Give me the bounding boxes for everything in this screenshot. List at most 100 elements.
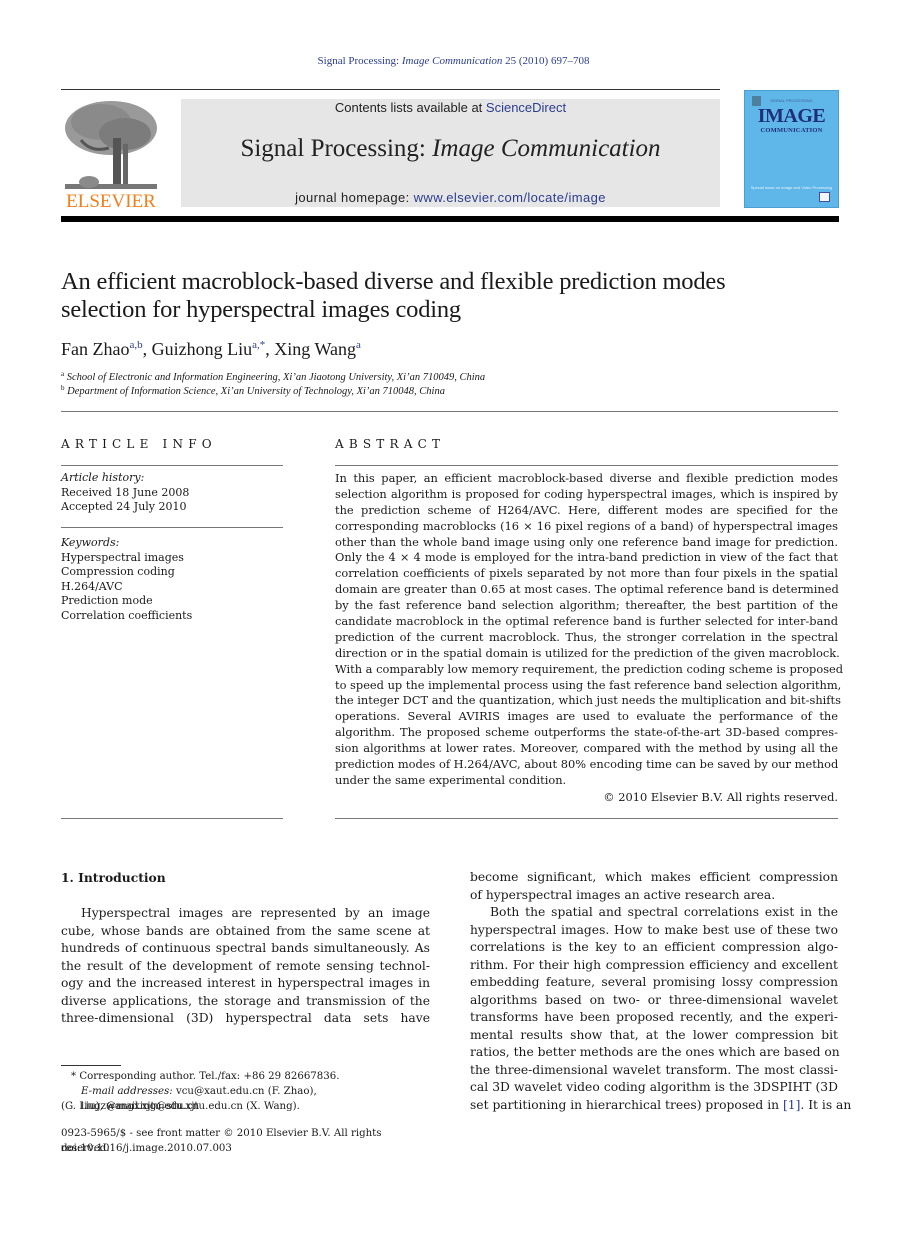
abstract-line: candidate macroblock in the optimal refe… — [335, 614, 838, 629]
body-line: Hyperspectral images are represented by … — [81, 906, 430, 920]
affiliation-divider — [61, 411, 838, 412]
abstract-line: corresponding macroblocks (16 × 16 pixel… — [335, 518, 838, 533]
journal-title: Signal Processing: Image Communication — [181, 135, 720, 163]
body-text: set partitioning in hierarchical trees) … — [470, 1097, 783, 1112]
body-line: the three-dimensional wavelet transform.… — [470, 1062, 838, 1077]
affiliation-mark: a — [61, 370, 65, 378]
contents-available-line: Contents lists available at ScienceDirec… — [181, 99, 720, 115]
journal-ref-prefix: Signal Processing: — [317, 55, 402, 67]
affiliation-text: School of Electronic and Information Eng… — [66, 372, 486, 383]
abstract-line: With a comparably low memory requirement… — [335, 661, 844, 676]
journal-cover-thumbnail[interactable]: SIGNAL PROCESSING IMAGE COMMUNICATION Sp… — [744, 90, 839, 208]
author-affiliation-mark[interactable]: a,b — [129, 339, 142, 351]
body-line: three-dimensional (3D) hyperspectral dat… — [61, 1011, 430, 1025]
doi[interactable]: doi:10.1016/j.image.2010.07.003 — [61, 1141, 430, 1156]
elsevier-logo[interactable]: ELSEVIER — [61, 98, 161, 212]
body-line: embedding feature, several promising los… — [470, 975, 838, 989]
journal-masthead: Contents lists available at ScienceDirec… — [181, 99, 720, 207]
body-text: . It is an — [800, 1097, 852, 1112]
abstract-line: Only the 4 × 4 mode is employed for the … — [335, 550, 838, 565]
keyword: Hyperspectral images — [61, 550, 184, 564]
body-line: ogy and the increased interest in hypers… — [61, 976, 430, 990]
cover-top-text: SIGNAL PROCESSING — [770, 98, 813, 103]
abstract-line: other than the whole band image using on… — [335, 534, 838, 549]
email-label: E-mail addresses: — [81, 1086, 173, 1097]
body-line: Both the spatial and spectral correlatio… — [490, 905, 838, 919]
introduction-heading: 1. Introduction — [61, 870, 166, 885]
body-line-with-ref: set partitioning in hierarchical trees) … — [470, 1097, 851, 1115]
journal-homepage-line: journal homepage: www.elsevier.com/locat… — [181, 190, 720, 205]
abstract-line: under the same experimental condition. — [335, 772, 567, 787]
keyword: Correlation coefficients — [61, 608, 193, 622]
abstract-line: the prediction scheme of H264/AVC. Here,… — [335, 502, 838, 517]
abstract-line: In this paper, an efficient macroblock-b… — [335, 471, 838, 485]
body-line: the result of the development of remote … — [61, 958, 430, 973]
homepage-link[interactable]: www.elsevier.com/locate/image — [414, 190, 606, 205]
author-name: Xing Wang — [274, 339, 356, 359]
header-thick-rule — [61, 216, 839, 222]
keyword: Compression coding — [61, 565, 175, 578]
abstract-line: sion algorithms at lower rates. Moreover… — [335, 741, 838, 756]
contents-prefix: Contents lists available at — [334, 100, 486, 115]
journal-title-plain: Signal Processing: — [240, 135, 433, 162]
abstract-bottom-rule — [335, 818, 838, 819]
article-title: An efficient macroblock-based diverse an… — [61, 268, 841, 324]
abstract-line: to speed up the implemental process usin… — [335, 677, 842, 692]
body-line: algorithms based on two- or three-dimens… — [470, 992, 838, 1007]
accepted-date: Accepted 24 July 2010 — [61, 500, 187, 513]
author-affiliation-mark[interactable]: a,* — [252, 339, 265, 351]
history-divider — [61, 527, 283, 528]
affiliation-a: a School of Electronic and Information E… — [61, 370, 485, 383]
abstract-line: operations. Several AVIRIS images are us… — [335, 709, 838, 724]
cover-title: IMAGE — [757, 105, 826, 127]
article-info-divider — [61, 465, 283, 466]
email-addresses-line-2[interactable]: (G. Liu), wangxing@stu.xjtu.edu.cn (X. W… — [61, 1099, 430, 1114]
article-history: Article history: Received 18 June 2008 A… — [61, 471, 189, 515]
keywords-block: Keywords: Hyperspectral images Compressi… — [61, 536, 192, 623]
intro-right-column: become significant, which makes efficien… — [470, 869, 851, 1115]
journal-ref-italic: Image Communication — [401, 55, 503, 67]
journal-title-italic: Image Communication — [432, 135, 661, 162]
author-affiliation-mark[interactable]: a — [356, 339, 361, 351]
abstract-line: correlation coefficients of pixels separ… — [335, 566, 838, 581]
abstract-line: selection algorithm is proposed for codi… — [335, 486, 838, 501]
journal-ref-suffix: 25 (2010) 697–708 — [502, 55, 590, 67]
author-list: Fan Zhaoa,b, Guizhong Liua,*, Xing Wanga — [61, 339, 361, 360]
elsevier-tree-icon: ELSEVIER — [65, 101, 157, 212]
body-line: hyperspectral images. How to make best u… — [470, 922, 838, 937]
body-line: of hyperspectral images an active resear… — [470, 887, 776, 902]
affiliation-b: b Department of Information Science, Xi’… — [61, 384, 445, 397]
abstract-line: algorithm. The proposed scheme outperfor… — [335, 725, 838, 740]
footnote-rule — [61, 1065, 121, 1066]
keyword: Prediction mode — [61, 594, 153, 607]
cover-footer-text: Special Issue on Image and Video Process… — [750, 185, 833, 190]
citation-link[interactable]: [1] — [783, 1098, 800, 1112]
homepage-prefix: journal homepage: — [295, 190, 414, 205]
body-line: transforms have been proposed recently, … — [470, 1010, 838, 1024]
header-top-rule — [61, 89, 720, 90]
abstract-line: prediction of the current macroblock. Th… — [335, 629, 838, 644]
article-info-heading: ARTICLE INFO — [61, 437, 217, 451]
body-line: rithm. For their high compression effici… — [470, 957, 838, 972]
history-label: Article history: — [61, 471, 145, 484]
body-line: cube, whose bands are obtained from the … — [61, 923, 430, 938]
received-date: Received 18 June 2008 — [61, 485, 190, 499]
intro-left-column: Hyperspectral images are represented by … — [61, 905, 430, 1028]
elsevier-wordmark: ELSEVIER — [66, 191, 156, 210]
title-line: selection for hyperspectral images codin… — [61, 296, 461, 323]
author-name: Guizhong Liu — [151, 339, 253, 359]
body-line: correlations is the key to an efficient … — [470, 940, 838, 954]
corresponding-author-note: * Corresponding author. Tel./fax: +86 29… — [71, 1071, 340, 1082]
body-line: mental results show that, at the lower c… — [470, 1027, 838, 1042]
journal-citation[interactable]: Signal Processing: Image Communication 2… — [0, 55, 907, 67]
abstract-line: prediction modes of H.264/AVC, about 80%… — [335, 757, 839, 772]
abstract-line: direction or in the spatial domain is ut… — [335, 645, 840, 660]
abstract-divider — [335, 465, 838, 466]
author-separator: , — [265, 339, 275, 359]
article-info-bottom-rule — [61, 818, 283, 819]
sciencedirect-link[interactable]: ScienceDirect — [486, 100, 566, 115]
author-separator: , — [142, 339, 152, 359]
cover-subtitle: COMMUNICATION — [760, 127, 823, 134]
abstract-line: the integer DCT and the quantization, wh… — [335, 693, 841, 708]
title-line: An efficient macroblock-based diverse an… — [61, 268, 726, 295]
